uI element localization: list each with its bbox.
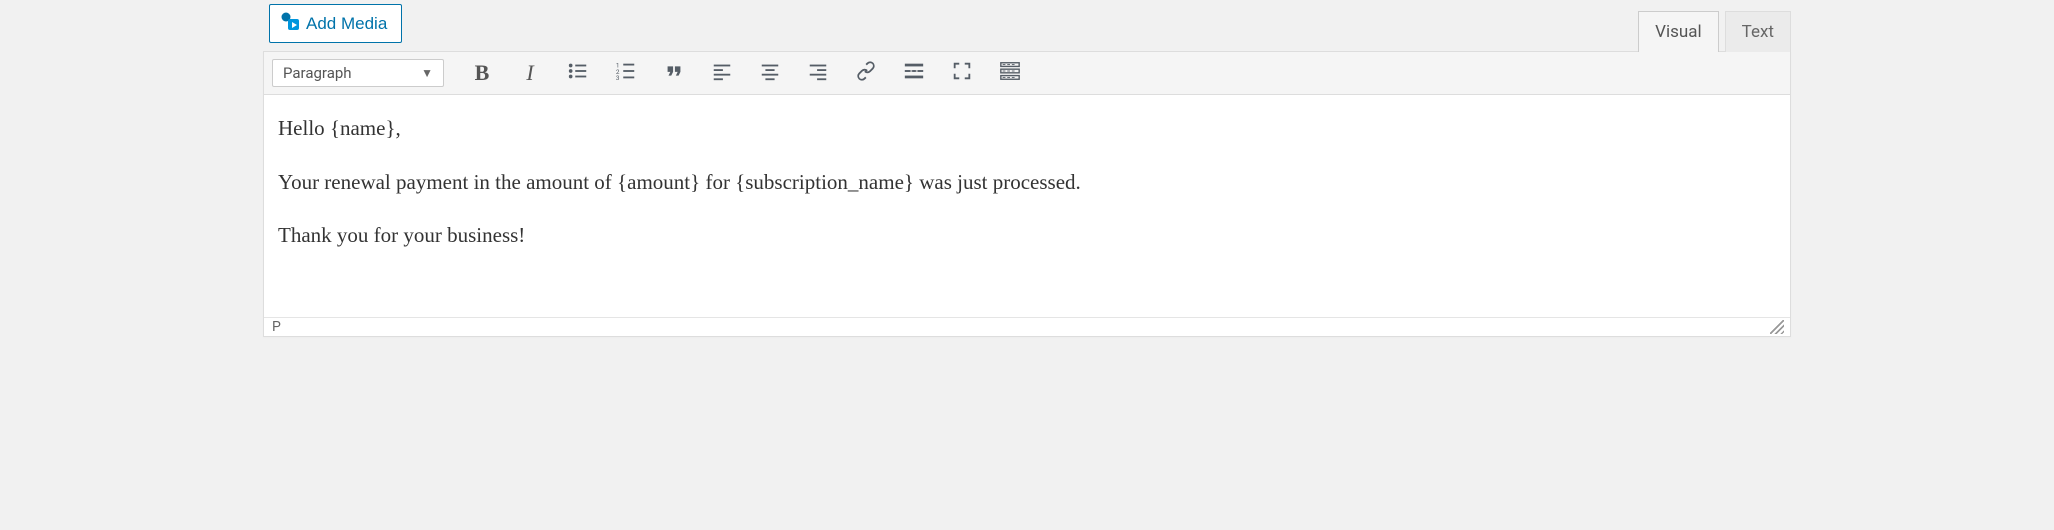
tab-visual[interactable]: Visual bbox=[1638, 11, 1718, 52]
italic-button[interactable]: I bbox=[512, 58, 548, 88]
tab-text[interactable]: Text bbox=[1725, 11, 1791, 52]
link-button[interactable] bbox=[848, 58, 884, 88]
resize-handle[interactable] bbox=[1770, 320, 1784, 334]
toolbar-toggle-icon bbox=[999, 60, 1021, 86]
read-more-icon bbox=[903, 60, 925, 86]
editor-statusbar: P bbox=[264, 317, 1790, 336]
italic-icon: I bbox=[526, 62, 533, 84]
add-media-label: Add Media bbox=[306, 14, 387, 34]
kitchen-sink-button[interactable] bbox=[992, 58, 1028, 88]
editor-top-row: Add Media Visual Text bbox=[257, 0, 1797, 51]
numbered-list-button[interactable]: 123 bbox=[608, 58, 644, 88]
content-paragraph: Your renewal payment in the amount of {a… bbox=[278, 167, 1776, 199]
editor-content[interactable]: Hello {name}, Your renewal payment in th… bbox=[264, 95, 1790, 317]
media-icon bbox=[280, 11, 300, 36]
align-center-icon bbox=[759, 60, 781, 86]
content-paragraph: Hello {name}, bbox=[278, 113, 1776, 145]
fullscreen-button[interactable] bbox=[944, 58, 980, 88]
content-paragraph: Thank you for your business! bbox=[278, 220, 1776, 252]
format-dropdown-label: Paragraph bbox=[283, 64, 352, 82]
bullet-list-button[interactable] bbox=[560, 58, 596, 88]
tab-text-label: Text bbox=[1742, 22, 1774, 42]
blockquote-button[interactable] bbox=[656, 58, 692, 88]
editor-box: Paragraph ▼ B I 123 bbox=[263, 51, 1791, 337]
align-right-icon bbox=[807, 60, 829, 86]
svg-text:3: 3 bbox=[616, 74, 620, 82]
link-icon bbox=[855, 60, 877, 86]
bullet-list-icon bbox=[567, 60, 589, 86]
element-path[interactable]: P bbox=[272, 319, 281, 335]
numbered-list-icon: 123 bbox=[615, 60, 637, 86]
align-center-button[interactable] bbox=[752, 58, 788, 88]
editor-toolbar: Paragraph ▼ B I 123 bbox=[264, 52, 1790, 95]
align-left-icon bbox=[711, 60, 733, 86]
fullscreen-icon bbox=[951, 60, 973, 86]
blockquote-icon bbox=[663, 60, 685, 86]
add-media-button[interactable]: Add Media bbox=[269, 4, 402, 43]
insert-more-button[interactable] bbox=[896, 58, 932, 88]
bold-icon: B bbox=[475, 62, 490, 84]
editor-mode-tabs: Visual Text bbox=[1638, 10, 1791, 51]
align-right-button[interactable] bbox=[800, 58, 836, 88]
chevron-down-icon: ▼ bbox=[421, 66, 433, 80]
format-dropdown[interactable]: Paragraph ▼ bbox=[272, 59, 444, 87]
tab-visual-label: Visual bbox=[1655, 22, 1701, 42]
align-left-button[interactable] bbox=[704, 58, 740, 88]
bold-button[interactable]: B bbox=[464, 58, 500, 88]
editor-wrap: Add Media Visual Text Paragraph ▼ B I bbox=[257, 0, 1797, 337]
